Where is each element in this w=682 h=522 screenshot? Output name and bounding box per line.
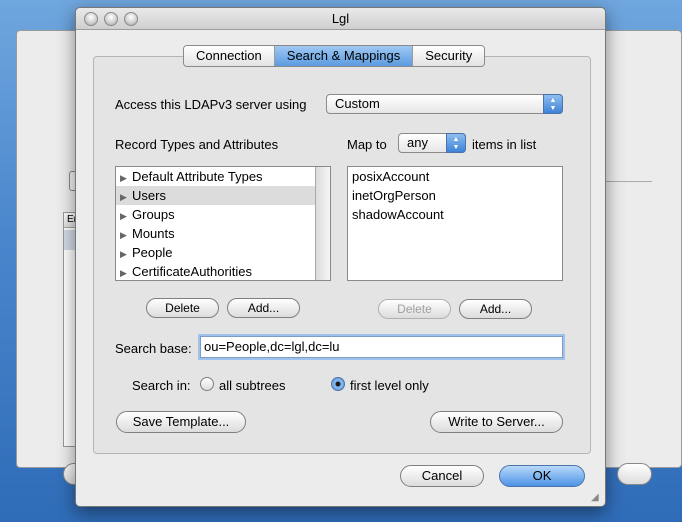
- ldap-dialog: Lgl Connection Search & Mappings Securit…: [75, 7, 606, 507]
- list-item[interactable]: ▶ Users: [116, 186, 330, 205]
- search-base-label: Search base:: [115, 341, 192, 356]
- tab-panel: Access this LDAPv3 server using Custom ▲…: [93, 56, 591, 454]
- list-item[interactable]: ▶ People: [116, 243, 330, 262]
- ok-button[interactable]: OK: [499, 465, 585, 487]
- first-level-only-label[interactable]: first level only: [350, 378, 429, 393]
- list-item[interactable]: ▶ Default Attribute Types: [116, 167, 330, 186]
- zoom-window-icon[interactable]: [124, 12, 138, 26]
- all-subtrees-label[interactable]: all subtrees: [219, 378, 285, 393]
- radio-first-level-only[interactable]: [331, 377, 345, 391]
- search-base-input[interactable]: ou=People,dc=lgl,dc=lu: [200, 336, 563, 358]
- tab-security[interactable]: Security: [413, 46, 485, 66]
- disclosure-triangle-icon[interactable]: ▶: [120, 264, 132, 280]
- list-item[interactable]: ▶ CertificateAuthorities: [116, 262, 330, 280]
- tab-search-mappings[interactable]: Search & Mappings: [274, 46, 414, 66]
- delete-record-button[interactable]: Delete: [146, 298, 219, 318]
- cancel-button[interactable]: Cancel: [400, 465, 484, 487]
- access-popup-value: Custom: [335, 96, 380, 111]
- popup-arrows-icon: ▲ ▼: [543, 94, 563, 114]
- minimize-window-icon[interactable]: [104, 12, 118, 26]
- save-template-button[interactable]: Save Template...: [116, 411, 246, 433]
- close-window-icon[interactable]: [84, 12, 98, 26]
- vertical-scrollbar[interactable]: [315, 167, 330, 280]
- map-to-popup-value: any: [407, 135, 428, 150]
- delete-mapping-button[interactable]: Delete: [378, 299, 451, 319]
- list-item[interactable]: inetOrgPerson: [348, 186, 562, 205]
- items-in-list-label: items in list: [472, 137, 537, 152]
- tab-connection[interactable]: Connection: [184, 46, 275, 66]
- title-bar: Lgl: [76, 8, 605, 30]
- add-mapping-button[interactable]: Add...: [459, 299, 532, 319]
- list-item[interactable]: ▶ Groups: [116, 205, 330, 224]
- background-button[interactable]: [617, 463, 652, 485]
- write-to-server-button[interactable]: Write to Server...: [430, 411, 563, 433]
- tab-bar: Connection Search & Mappings Security: [183, 45, 486, 67]
- map-to-label: Map to: [347, 137, 387, 152]
- popup-arrows-icon: ▲ ▼: [446, 133, 466, 153]
- search-in-label: Search in:: [132, 378, 191, 393]
- radio-all-subtrees[interactable]: [200, 377, 214, 391]
- resize-grip-icon[interactable]: ◢: [591, 492, 602, 503]
- record-types-list[interactable]: ▶ Default Attribute Types ▶ Users ▶ Groups …: [115, 166, 331, 281]
- access-label: Access this LDAPv3 server using: [115, 97, 307, 112]
- record-types-label: Record Types and Attributes: [115, 137, 279, 152]
- add-record-button[interactable]: Add...: [227, 298, 300, 318]
- map-to-list[interactable]: posixAccount inetOrgPerson shadowAccount: [347, 166, 563, 281]
- list-item[interactable]: posixAccount: [348, 167, 562, 186]
- access-popup[interactable]: Custom ▲ ▼: [326, 94, 563, 114]
- map-to-popup[interactable]: any ▲ ▼: [398, 133, 466, 153]
- list-item[interactable]: ▶ Mounts: [116, 224, 330, 243]
- window-title: Lgl: [331, 11, 350, 26]
- list-item[interactable]: shadowAccount: [348, 205, 562, 224]
